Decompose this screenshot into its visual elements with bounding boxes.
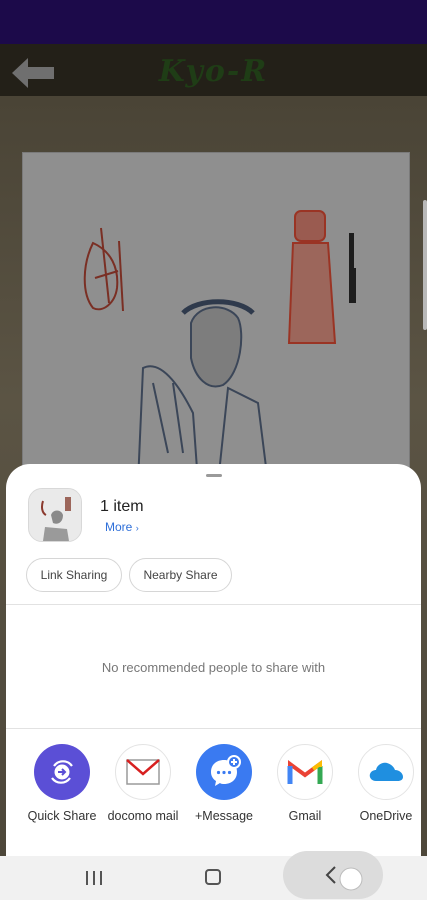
app-label: Quick Share	[27, 809, 97, 823]
plus-message-icon	[196, 744, 252, 800]
share-app-gmail[interactable]: Gmail	[269, 744, 341, 824]
onedrive-icon	[358, 744, 414, 800]
docomo-mail-icon	[115, 744, 171, 800]
share-sheet: 1 item More › Link Sharing Nearby Share …	[6, 464, 421, 856]
recent-apps-icon[interactable]	[84, 870, 104, 891]
portrait-figure	[136, 299, 270, 483]
app-label: OneDrive	[359, 809, 413, 823]
share-app-quick-share[interactable]: Quick Share	[26, 744, 98, 824]
quick-share-icon	[34, 744, 90, 800]
more-link[interactable]: More ›	[105, 520, 139, 534]
scroll-indicator	[423, 200, 427, 330]
app-label: docomo mail	[107, 809, 179, 823]
chevron-right-icon: ›	[135, 523, 139, 533]
divider	[6, 604, 421, 605]
no-recommended-people-text: No recommended people to share with	[101, 660, 326, 675]
link-sharing-button[interactable]: Link Sharing	[26, 558, 122, 592]
status-bar	[0, 0, 427, 44]
nearby-share-button[interactable]: Nearby Share	[129, 558, 232, 592]
calligraphy-marks	[349, 233, 356, 303]
app-label: +Message	[194, 809, 254, 823]
item-count: 1 item	[100, 498, 144, 515]
share-app-onedrive[interactable]: OneDrive	[350, 744, 421, 824]
kimono-figure	[287, 210, 337, 344]
share-app-docomo-mail[interactable]: docomo mail	[107, 744, 179, 824]
divider	[6, 728, 421, 729]
artwork-image	[22, 152, 410, 483]
app-label: Gmail	[288, 809, 322, 823]
back-gesture-pill[interactable]	[283, 851, 383, 899]
drag-handle[interactable]	[206, 474, 222, 477]
more-link-label: More	[105, 520, 133, 534]
gmail-icon	[277, 744, 333, 800]
app-title: Kyo-R	[158, 54, 269, 89]
violin-figure	[83, 227, 124, 312]
share-app-plus-message[interactable]: +Message	[188, 744, 260, 824]
shared-item-thumbnail	[28, 488, 82, 542]
home-icon[interactable]	[204, 868, 222, 891]
